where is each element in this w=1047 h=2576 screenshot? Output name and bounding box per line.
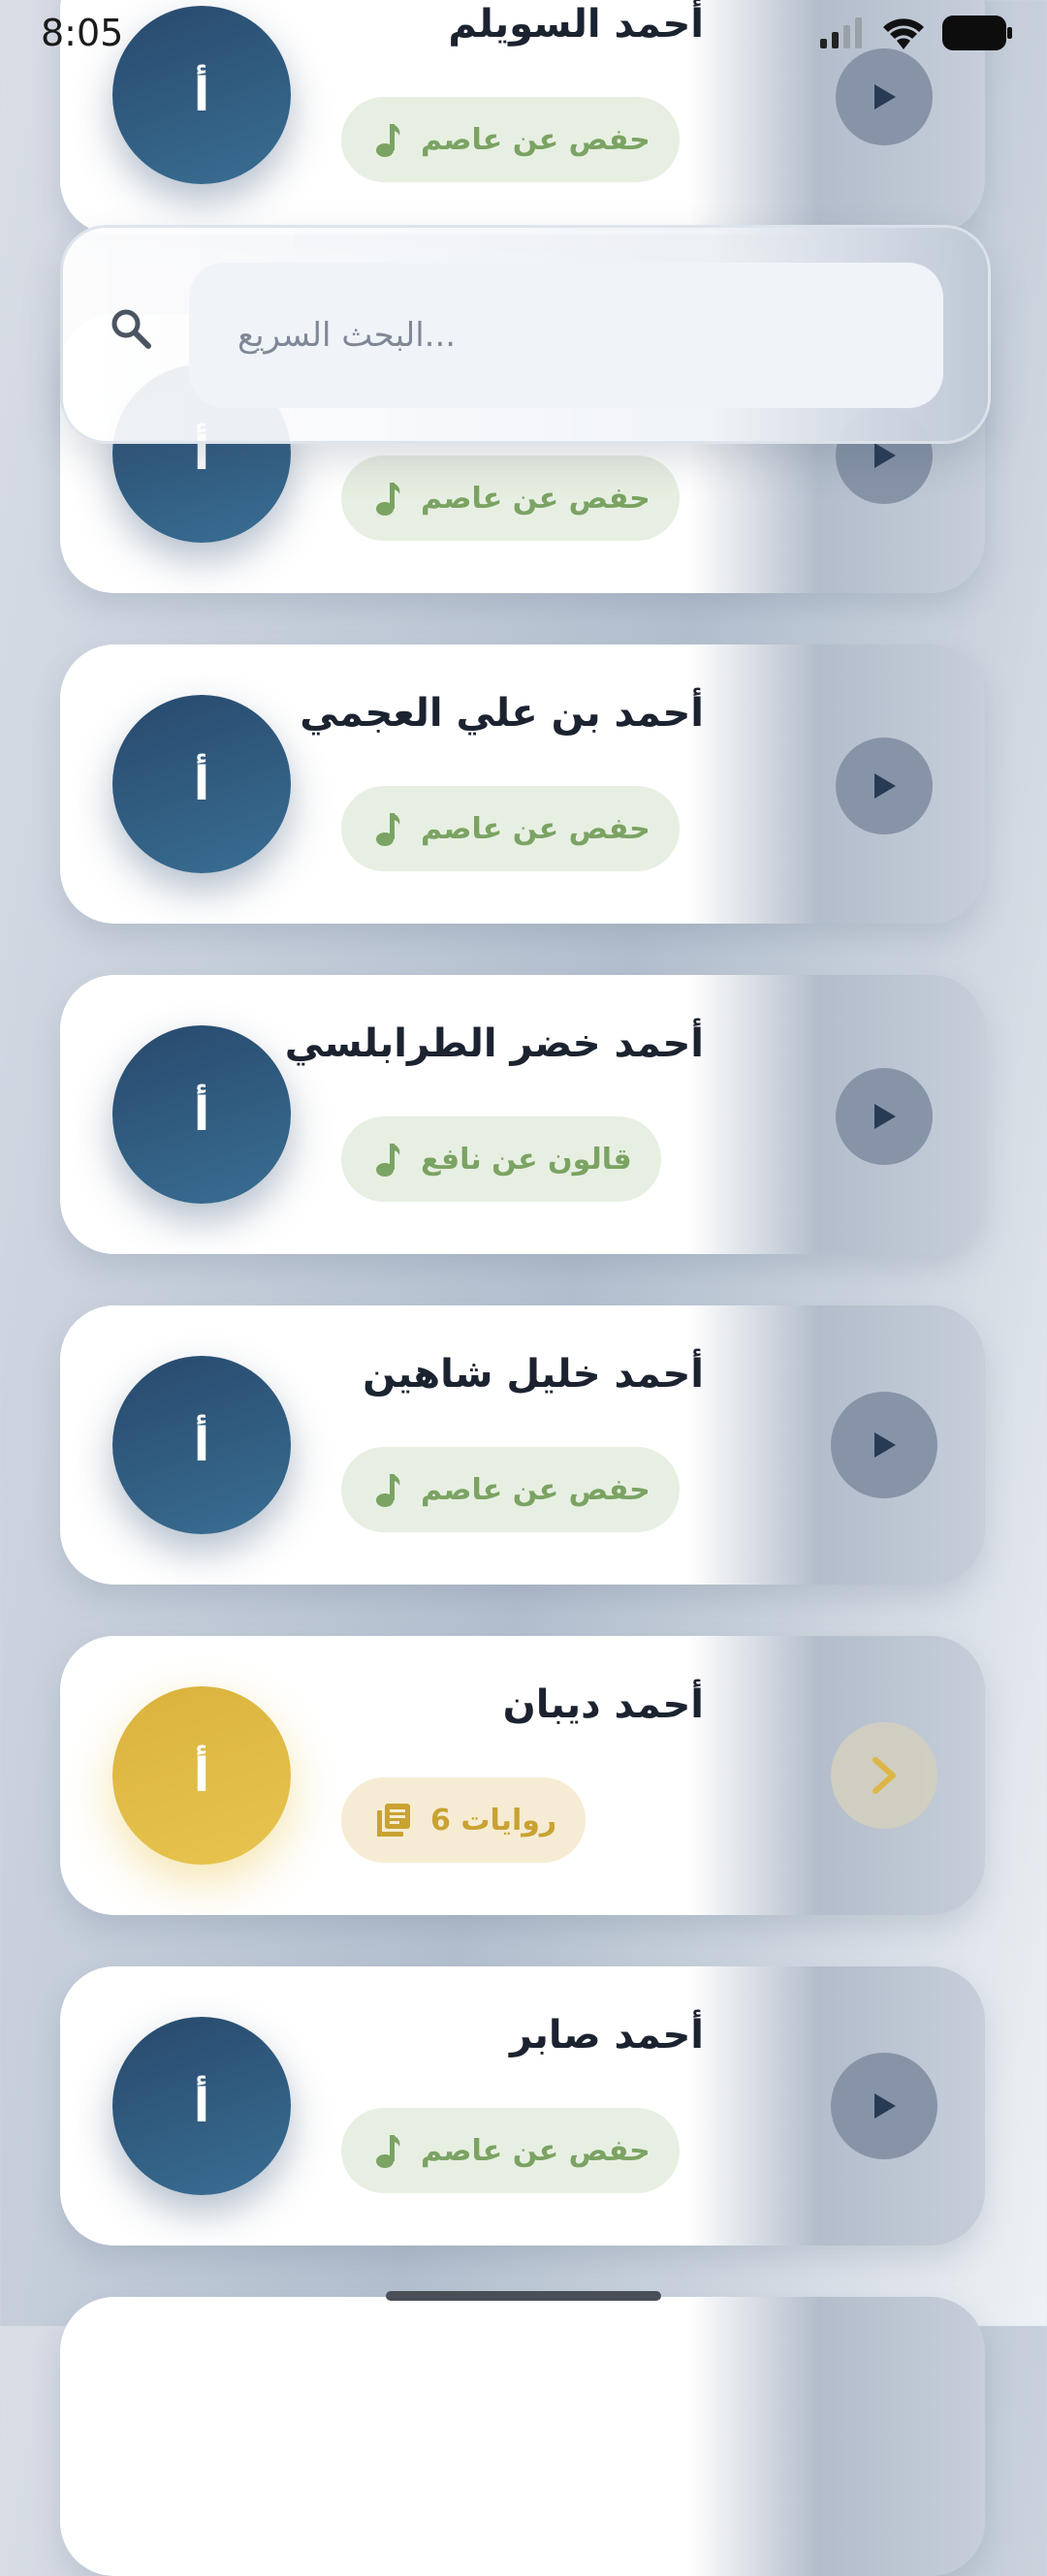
reciter-avatar: أ <box>112 2017 291 2195</box>
riwaya-tag: حفص عن عاصم <box>341 2108 680 2193</box>
riwaya-tag: قالون عن نافع <box>341 1116 661 1202</box>
reciter-avatar: أ <box>112 695 291 873</box>
avatar-initial: أ <box>193 1087 210 1142</box>
reciter-name: أحمد صابر <box>510 2013 704 2058</box>
search-icon[interactable] <box>110 307 152 350</box>
reciter-card[interactable]: أ أحمد خضر الطرابلسي قالون عن نافع <box>60 975 985 1254</box>
riwaya-label: حفص عن عاصم <box>421 122 650 157</box>
music-note-icon <box>376 1144 400 1177</box>
play-icon <box>874 1432 896 1458</box>
home-indicator[interactable] <box>386 2291 661 2301</box>
reciter-card[interactable]: أ أحمد ديبان روايات 6 <box>60 1636 985 1915</box>
reciter-avatar: أ <box>112 1025 291 1204</box>
signal-icon <box>820 17 862 48</box>
riwaya-label: حفص عن عاصم <box>421 481 650 516</box>
play-button[interactable] <box>831 2053 937 2159</box>
search-input[interactable] <box>189 263 943 408</box>
open-riwayat-button[interactable] <box>831 1722 937 1829</box>
riwaya-label: حفص عن عاصم <box>421 811 650 846</box>
play-icon <box>874 84 896 110</box>
play-icon <box>874 2093 896 2119</box>
play-icon <box>874 1104 896 1129</box>
music-note-icon <box>376 813 400 846</box>
music-note-icon <box>376 483 400 516</box>
status-time: 8:05 <box>41 12 124 54</box>
wifi-icon <box>883 18 924 49</box>
reciter-name: أحمد بن علي العجمي <box>300 691 704 736</box>
play-button[interactable] <box>836 1068 933 1165</box>
riwaya-label: حفص عن عاصم <box>421 1472 650 1507</box>
chevron-right-icon <box>872 1757 896 1794</box>
music-note-icon <box>376 1474 400 1507</box>
music-note-icon <box>376 124 400 157</box>
riwaya-count-tag: روايات 6 <box>341 1777 587 1863</box>
reciter-avatar: أ <box>112 1356 291 1534</box>
status-icons <box>820 16 1012 50</box>
avatar-initial: أ <box>193 1418 210 1472</box>
riwaya-tag: حفص عن عاصم <box>341 1447 680 1532</box>
reciter-name: أحمد خليل شاهين <box>363 1352 704 1397</box>
reciter-card[interactable]: أ أحمد صابر حفص عن عاصم <box>60 1966 985 2246</box>
library-books-icon <box>377 1804 410 1837</box>
reciter-card[interactable]: أ أحمد بن علي العجمي حفص عن عاصم <box>60 644 985 924</box>
play-icon <box>874 773 896 799</box>
riwaya-tag: حفص عن عاصم <box>341 97 680 182</box>
search-panel <box>60 225 991 444</box>
reciter-card[interactable]: أ أحمد خليل شاهين حفص عن عاصم <box>60 1305 985 1585</box>
riwaya-label: قالون عن نافع <box>421 1142 632 1177</box>
reciter-avatar: أ <box>112 1686 291 1865</box>
riwaya-tag: حفص عن عاصم <box>341 786 680 871</box>
avatar-initial: أ <box>193 2079 210 2133</box>
music-note-icon <box>376 2135 400 2168</box>
riwaya-tag: حفص عن عاصم <box>341 456 680 541</box>
status-bar: 8:05 <box>0 0 1047 68</box>
avatar-initial: أ <box>193 1748 210 1803</box>
reciter-name: أحمد خضر الطرابلسي <box>284 1021 704 1066</box>
riwaya-count-label: روايات 6 <box>430 1803 557 1838</box>
reciter-card-partial[interactable] <box>60 2297 985 2576</box>
play-button[interactable] <box>831 1392 937 1498</box>
reciter-name: أحمد ديبان <box>502 1682 704 1727</box>
battery-icon <box>942 16 1012 50</box>
avatar-initial: أ <box>193 757 210 811</box>
play-button[interactable] <box>836 738 933 834</box>
riwaya-label: حفص عن عاصم <box>421 2133 650 2168</box>
avatar-initial: أ <box>193 68 210 122</box>
play-icon <box>874 443 896 468</box>
